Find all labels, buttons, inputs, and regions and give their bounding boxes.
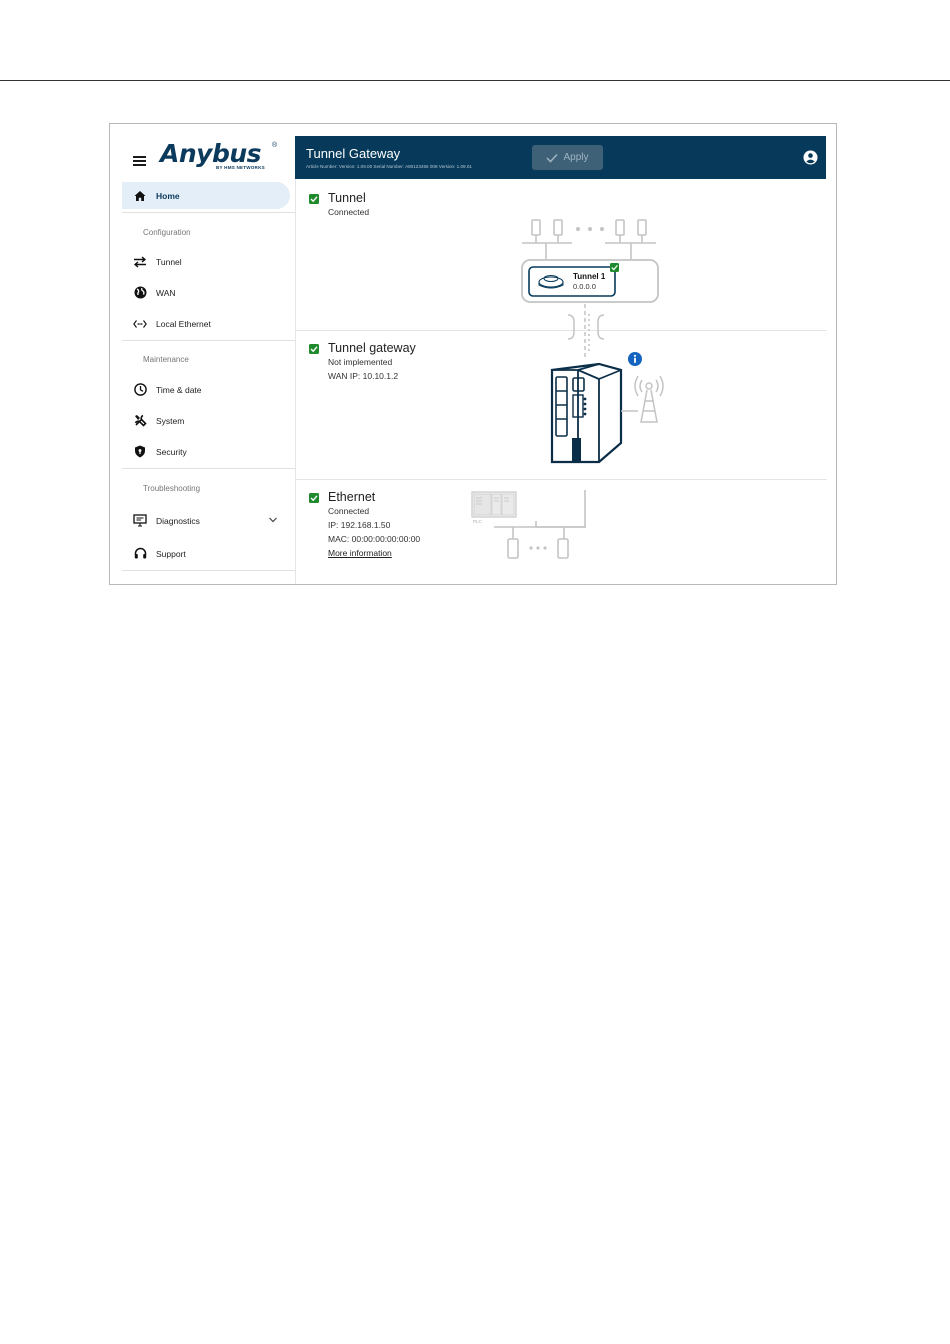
sidebar-item-label: Support [156,548,186,559]
section-maintenance: Maintenance [143,355,189,364]
sidebar-item-diagnostics[interactable]: Diagnostics [122,507,290,534]
device-info-line: Article Number: Version: 1.09.00 Serial … [306,164,472,169]
plc-label: PLC [473,519,483,524]
sidebar-item-label: Home [156,190,180,201]
user-account-icon[interactable] [803,150,818,165]
sidebar-item-time-date[interactable]: Time & date [122,376,290,403]
ellipsis-dots [576,227,604,231]
section-configuration: Configuration [143,228,191,237]
sidebar-divider [122,212,295,213]
anybus-logo: Anybus [160,139,262,168]
swap-arrows-icon [133,255,147,269]
sidebar-item-security[interactable]: Security [122,438,290,465]
sidebar-item-home[interactable]: Home [122,182,290,209]
code-brackets-icon [133,317,147,331]
app-window: Anybus ® BY HMS NETWORKS Home Configurat… [109,123,837,585]
shield-icon [133,445,147,459]
sidebar-item-system[interactable]: System [122,407,290,434]
monitor-icon [133,514,147,528]
info-icon[interactable] [628,352,642,366]
check-icon [546,153,559,163]
network-diagram: Tunnel 1 0.0.0.0 PLC [471,219,664,559]
sidebar: Anybus ® BY HMS NETWORKS Home Configurat… [110,124,295,584]
chevron-down-icon[interactable] [268,515,278,525]
sidebar-item-tunnel[interactable]: Tunnel [122,248,290,275]
ellipsis-dots [529,546,547,550]
home-icon [133,189,147,203]
hamburger-menu-icon[interactable] [133,156,146,166]
globe-icon [133,286,147,300]
sidebar-item-label: Diagnostics [156,515,200,526]
sidebar-divider [122,468,295,469]
sidebar-item-support[interactable]: Support [122,540,290,567]
sidebar-item-label: Security [156,446,187,457]
section-troubleshooting: Troubleshooting [143,484,201,493]
sidebar-divider [122,340,295,341]
sidebar-divider [122,570,295,571]
top-bar: Tunnel Gateway Article Number: Version: … [295,136,826,179]
page-top-rule [0,80,950,81]
page-title: Tunnel Gateway [306,146,401,161]
main-content: Tunnel Connected Tunnel gateway Not impl… [295,179,827,584]
plc-device [471,491,517,518]
tunnel-node-name: Tunnel 1 [573,272,606,281]
gateway-device [550,362,623,464]
sidebar-item-label: WAN [156,287,176,298]
sidebar-item-local-ethernet[interactable]: Local Ethernet [122,310,290,337]
sidebar-header: Anybus ® BY HMS NETWORKS [110,136,295,180]
apply-button[interactable]: Apply [532,145,603,170]
remote-devices [522,219,656,259]
logo-registered-mark: ® [272,142,278,149]
tunnel-node-check-icon [610,263,619,272]
tools-icon [133,414,147,428]
apply-label: Apply [563,152,589,163]
sidebar-item-label: Time & date [156,384,202,395]
antenna-icon [621,375,664,423]
clock-icon [133,383,147,397]
sidebar-item-label: Tunnel [156,256,182,267]
headset-icon [133,547,147,561]
tunnel-link [567,304,605,359]
sidebar-item-label: System [156,415,185,426]
sidebar-item-wan[interactable]: WAN [122,279,290,306]
tunnel-node-ip: 0.0.0.0 [573,282,596,291]
sidebar-item-label: Local Ethernet [156,318,211,329]
logo-tagline: BY HMS NETWORKS [216,165,265,170]
